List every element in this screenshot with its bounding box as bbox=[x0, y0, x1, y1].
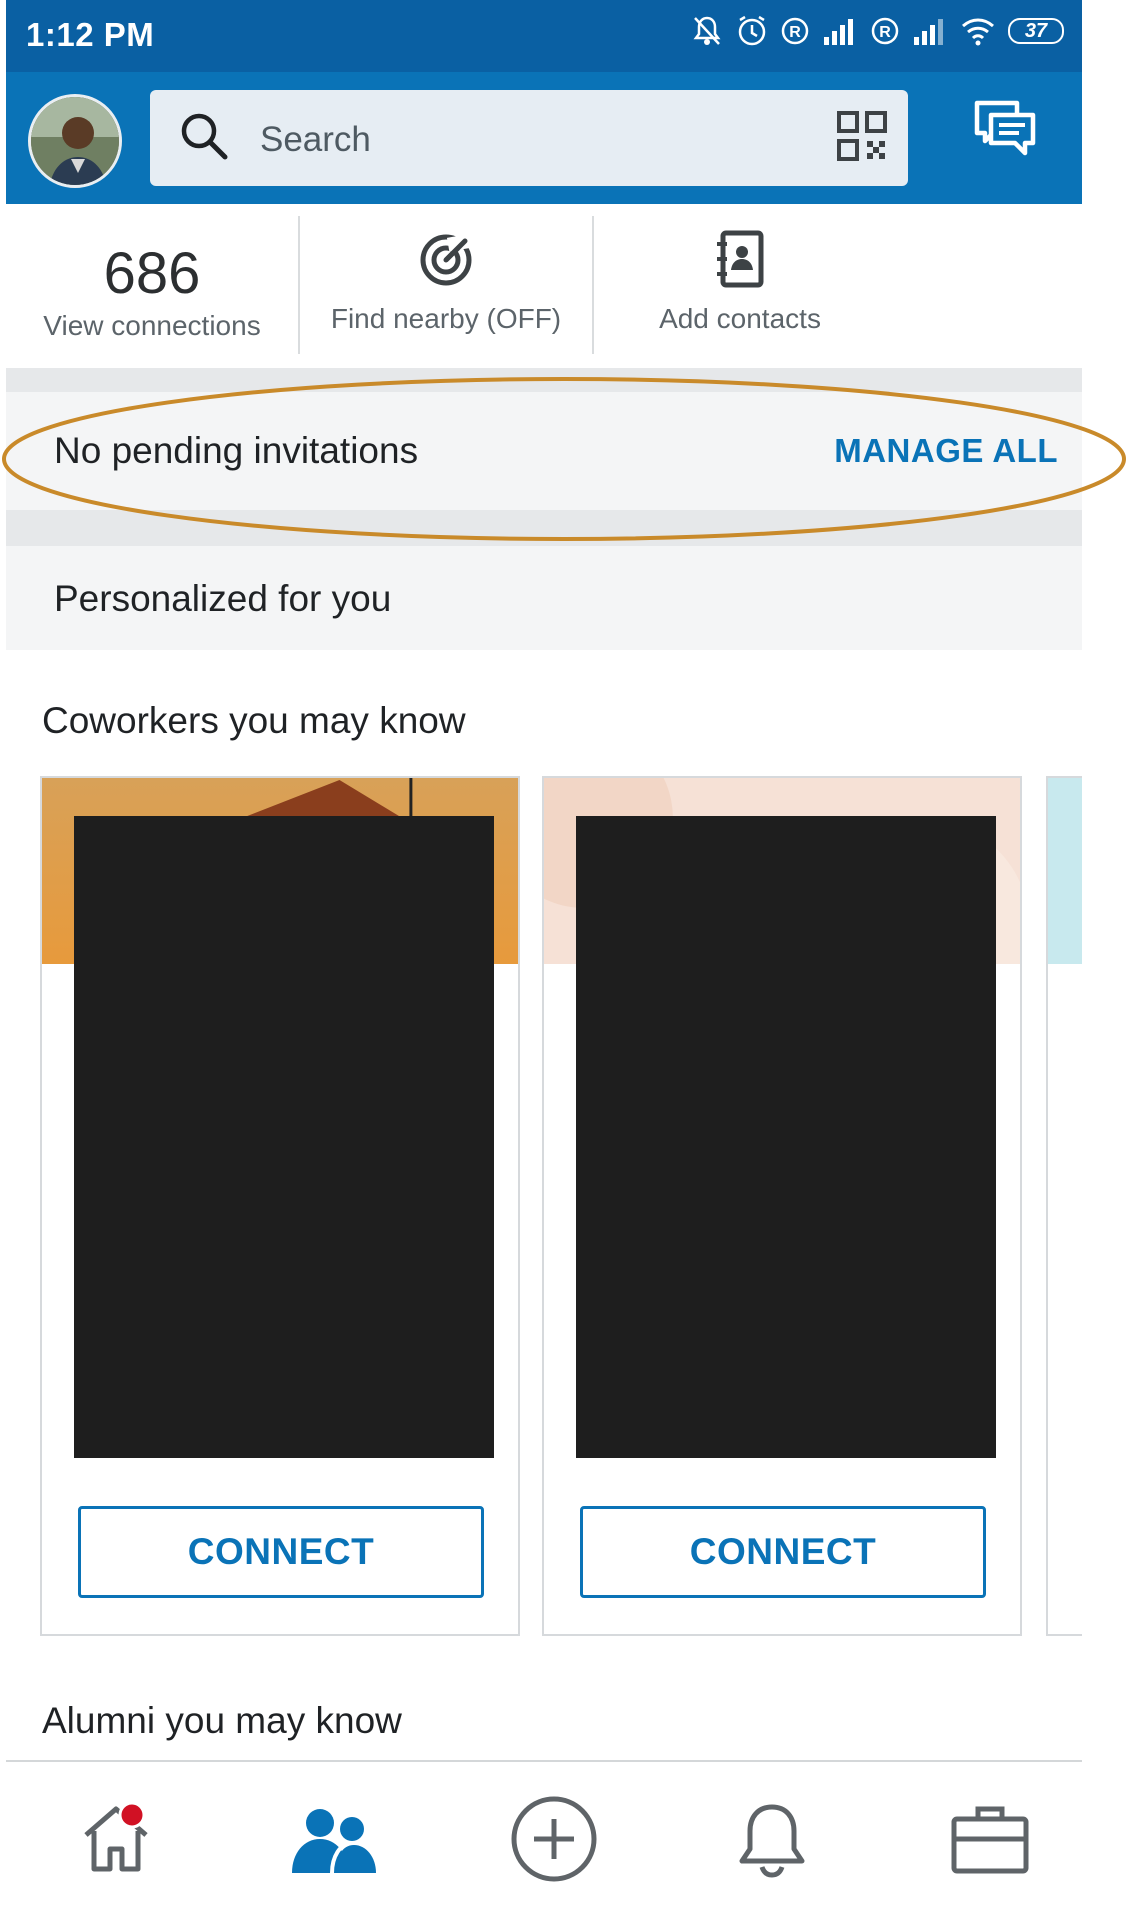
person-card[interactable]: CONNECT bbox=[542, 776, 1022, 1636]
signal-icon-2 bbox=[914, 19, 943, 45]
messaging-icon[interactable] bbox=[974, 100, 1036, 160]
no-invitations-text: No pending invitations bbox=[54, 430, 419, 471]
find-nearby[interactable]: Find nearby (OFF) bbox=[300, 204, 592, 364]
manage-all-button[interactable]: MANAGE ALL bbox=[834, 432, 1058, 470]
bottom-navigation bbox=[6, 1760, 1082, 1920]
mute-bell-icon bbox=[693, 16, 721, 45]
roaming-icon-2: R bbox=[871, 17, 899, 45]
network-quick-actions: 686 View connections Find nearby (OFF) A… bbox=[6, 204, 1082, 368]
top-app-bar: Search bbox=[6, 72, 1082, 204]
qr-code-icon[interactable] bbox=[836, 110, 888, 162]
search-icon bbox=[181, 113, 228, 160]
redacted-person-info bbox=[74, 816, 494, 1458]
personalized-header: Personalized for you bbox=[6, 546, 1082, 650]
battery-level: 37 bbox=[1024, 19, 1048, 42]
home-icon bbox=[84, 1801, 148, 1872]
notifications-icon bbox=[739, 1804, 805, 1878]
connections-count: 686 bbox=[103, 241, 201, 306]
search-bar[interactable]: Search bbox=[150, 90, 908, 186]
add-contacts-label: Add contacts bbox=[659, 303, 821, 334]
invitations-row: No pending invitations MANAGE ALL bbox=[6, 392, 1082, 510]
connect-button[interactable]: CONNECT bbox=[580, 1506, 986, 1598]
wifi-icon bbox=[962, 18, 994, 46]
status-bar: 1:12 PM R R 37 bbox=[6, 0, 1082, 72]
view-connections-label: View connections bbox=[43, 310, 261, 341]
nav-notifications[interactable] bbox=[712, 1784, 832, 1894]
separator-band bbox=[6, 510, 1082, 546]
nav-jobs[interactable] bbox=[930, 1784, 1050, 1894]
svg-text:R: R bbox=[879, 24, 891, 41]
nav-post[interactable] bbox=[494, 1784, 614, 1894]
connect-button[interactable]: CONNECT bbox=[78, 1506, 484, 1598]
nav-home[interactable] bbox=[56, 1784, 176, 1894]
avatar-photo bbox=[31, 97, 119, 185]
radar-icon bbox=[420, 234, 472, 286]
address-book-icon bbox=[717, 230, 764, 288]
notification-dot bbox=[118, 1801, 146, 1829]
add-contacts[interactable]: Add contacts bbox=[594, 204, 886, 364]
nav-my-network[interactable] bbox=[274, 1784, 394, 1894]
person-card[interactable]: CONNECT bbox=[40, 776, 520, 1636]
find-nearby-label: Find nearby (OFF) bbox=[330, 303, 562, 334]
person-card-partial[interactable] bbox=[1046, 776, 1082, 1636]
search-placeholder: Search bbox=[260, 120, 371, 159]
coworkers-section-title: Coworkers you may know bbox=[42, 700, 466, 741]
personalized-title: Personalized for you bbox=[54, 578, 392, 619]
svg-text:R: R bbox=[789, 24, 801, 41]
separator-band bbox=[6, 368, 1082, 392]
profile-avatar[interactable] bbox=[28, 94, 122, 188]
status-icons: R R 37 bbox=[690, 14, 1064, 48]
my-network-icon bbox=[292, 1809, 376, 1874]
jobs-icon bbox=[951, 1806, 1029, 1874]
alumni-section-title: Alumni you may know bbox=[42, 1700, 402, 1741]
alarm-icon bbox=[738, 15, 766, 46]
battery-icon: 37 bbox=[1008, 18, 1064, 44]
roaming-icon: R bbox=[781, 17, 809, 45]
status-time: 1:12 PM bbox=[26, 16, 155, 53]
app-screen: 1:12 PM R R 37 Search 686 View connectio… bbox=[6, 0, 1082, 1920]
redacted-person-info bbox=[576, 816, 996, 1458]
signal-icon bbox=[824, 19, 853, 45]
view-connections[interactable]: 686 View connections bbox=[6, 204, 298, 364]
post-icon bbox=[511, 1796, 597, 1882]
card-banner-image bbox=[1048, 778, 1082, 964]
